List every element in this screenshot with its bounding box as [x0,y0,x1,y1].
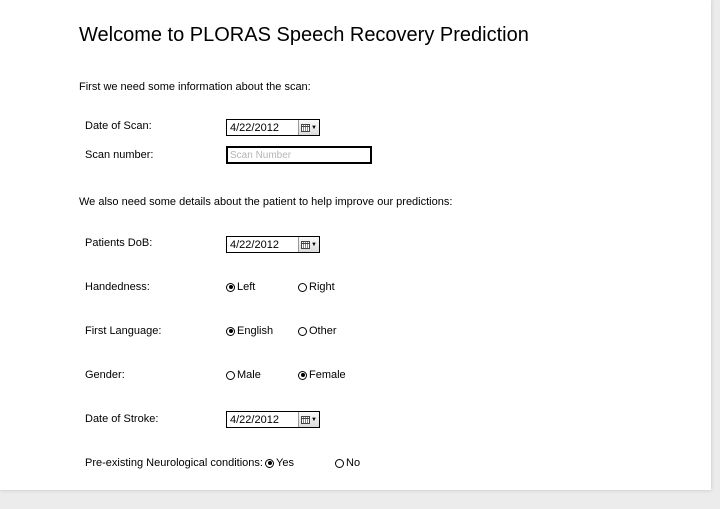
scan-number-label: Scan number: [85,149,154,161]
patients-dob-value: 4/22/2012 [230,238,279,251]
gender-female-radio[interactable]: Female [298,369,346,381]
radio-indicator [298,370,307,380]
page-title: Welcome to PLORAS Speech Recovery Predic… [79,24,529,46]
scan-number-input[interactable] [226,146,372,164]
date-of-scan-label: Date of Scan: [85,120,152,132]
handedness-left-label: Left [237,281,256,293]
radio-indicator [298,282,307,292]
handedness-right-radio[interactable]: Right [298,281,335,293]
form-page: Welcome to PLORAS Speech Recovery Predic… [0,0,711,490]
date-of-stroke-label: Date of Stroke: [85,413,159,425]
language-other-label: Other [309,325,337,337]
date-of-scan-picker-button[interactable]: ▼ [298,120,319,135]
conditions-no-label: No [346,457,361,469]
chevron-down-icon: ▼ [311,241,317,248]
patient-section-intro: We also need some details about the pati… [79,196,453,208]
radio-indicator [226,370,235,380]
radio-indicator [226,326,235,336]
calendar-icon [301,123,311,132]
handedness-label: Handedness: [85,281,150,293]
chevron-down-icon: ▼ [311,416,317,423]
radio-indicator [335,458,344,468]
gender-female-label: Female [309,369,346,381]
conditions-yes-radio[interactable]: Yes [265,457,294,469]
date-of-stroke-picker-button[interactable]: ▼ [298,412,319,427]
language-english-radio[interactable]: English [226,325,273,337]
date-of-stroke-value: 4/22/2012 [230,413,279,426]
language-english-label: English [237,325,274,337]
conditions-yes-label: Yes [276,457,294,469]
radio-indicator [298,326,307,336]
date-of-stroke-field[interactable]: 4/22/2012 ▼ [226,411,320,428]
handedness-right-label: Right [309,281,335,293]
date-of-scan-value: 4/22/2012 [230,121,279,134]
first-language-label: First Language: [85,325,162,337]
chevron-down-icon: ▼ [311,124,317,131]
patients-dob-label: Patients DoB: [85,237,153,249]
gender-label: Gender: [85,369,125,381]
date-of-scan-field[interactable]: 4/22/2012 ▼ [226,119,320,136]
neuro-conditions-label: Pre-existing Neurological conditions: [85,457,263,469]
patients-dob-picker-button[interactable]: ▼ [298,237,319,252]
conditions-no-radio[interactable]: No [335,457,360,469]
scan-section-intro: First we need some information about the… [79,81,311,93]
patients-dob-field[interactable]: 4/22/2012 ▼ [226,236,320,253]
radio-indicator [265,458,274,468]
calendar-icon [301,240,311,249]
gender-male-label: Male [237,369,261,381]
calendar-icon [301,415,311,424]
gender-male-radio[interactable]: Male [226,369,261,381]
radio-indicator [226,282,235,292]
handedness-left-radio[interactable]: Left [226,281,255,293]
language-other-radio[interactable]: Other [298,325,337,337]
